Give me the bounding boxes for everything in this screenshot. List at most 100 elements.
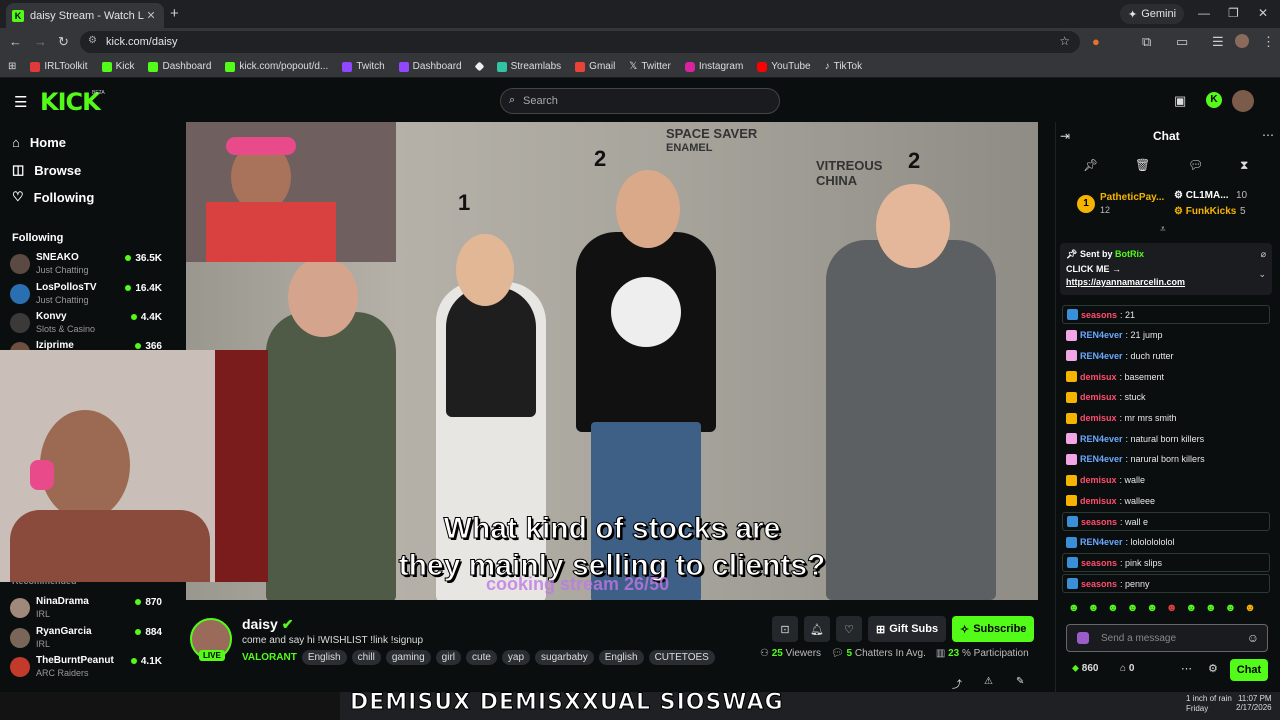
chat-input[interactable]: Send a message ☺ [1066,624,1268,652]
leader-name[interactable]: PatheticPay... [1100,192,1164,203]
tag[interactable]: CUTETOES [648,650,715,665]
pinned-message[interactable]: 📌︎ Sent by BotRix CLICK ME → https://aya… [1060,243,1272,295]
system-clock[interactable]: 11:07 PM 2/17/2026 [1236,694,1272,712]
tag[interactable]: girl [435,650,462,665]
chat-username[interactable]: seasons [1081,579,1117,589]
tag[interactable]: sugarbaby [535,650,594,665]
address-bar[interactable]: ⚙ kick.com/daisy ☆ [80,31,1080,53]
unpin-icon[interactable]: ⌀ [1261,249,1266,260]
bookmark-irltoolkit[interactable]: IRLToolkit [30,61,88,72]
chat-message[interactable]: demisux: stuck [1062,388,1270,407]
bookmark-diamond[interactable] [474,61,485,72]
sidebar-item-following[interactable]: ♡ Following [12,189,94,205]
pinned-link[interactable]: https://ayannamarcelin.com [1066,277,1266,287]
bookmark-kick-popout[interactable]: kick.com/popout/d... [225,61,328,72]
emote-icon[interactable]: ☻ [1244,602,1256,614]
chat-username[interactable]: seasons [1081,517,1117,527]
sidebar-channel[interactable]: TheBurntPeanut ARC Raiders 4.1K [10,653,162,681]
chat-username[interactable]: demisux [1080,392,1117,402]
bookmark-twitch[interactable]: Twitch [342,61,385,72]
bookmark-dashboard[interactable]: Dashboard [148,61,211,72]
dashboard-icon[interactable]: ▣ [1174,93,1186,109]
bookmark-youtube[interactable]: YouTube [757,61,811,72]
chat-message[interactable]: REN4ever: narural born killers [1062,450,1270,469]
bookmark-instagram[interactable]: Instagram [684,61,743,72]
edit-icon[interactable]: ✎ [1016,676,1024,687]
chat-settings-icon[interactable]: ⚙ [1208,662,1218,675]
chat-message[interactable]: seasons: 21 [1062,305,1270,324]
pin-icon[interactable]: 📌︎ [1083,158,1098,172]
user-avatar[interactable] [1232,90,1254,112]
chat-username[interactable]: REN4ever [1080,330,1123,340]
weather-widget[interactable]: 1 inch of rain Friday [1186,694,1232,714]
send-chat-button[interactable]: Chat [1230,659,1268,681]
chat-username[interactable]: demisux [1080,496,1117,506]
leader-entry[interactable]: ⚙ FunkKicks [1174,206,1236,217]
chat-message[interactable]: REN4ever: duch rutter [1062,346,1270,365]
tag[interactable]: gaming [385,650,431,665]
sidebar-channel[interactable]: LosPollosTV Just Chatting 16.4K [10,280,162,308]
emoji-icon[interactable]: ☺ [1247,631,1259,645]
site-info-icon[interactable]: ⚙ [88,35,97,46]
emote-icon[interactable]: ☻ [1225,602,1237,614]
chat-message[interactable]: seasons: pink slips [1062,553,1270,573]
tag[interactable]: English [598,650,644,665]
chat-username[interactable]: REN4ever [1080,454,1123,464]
share-icon[interactable]: ⤴ [952,676,962,691]
emote-icon[interactable]: ☻ [1088,602,1100,614]
category-link[interactable]: VALORANT [242,652,297,663]
store-count[interactable]: ⌂ 0 [1120,663,1134,674]
new-tab-button[interactable]: + [170,5,179,22]
tag[interactable]: yap [501,650,531,665]
emote-icon[interactable]: ☻ [1107,602,1119,614]
chat-message[interactable]: REN4ever: lolololololol [1062,533,1270,552]
bookmark-tiktok[interactable]: ♪ TikTok [825,61,863,72]
reload-icon[interactable]: ↻ [58,34,69,50]
search-input[interactable]: ⌕ Search [500,88,780,114]
expand-leaderboard-icon[interactable]: ⩡ [1160,224,1166,235]
tab-close-icon[interactable]: ✕ [144,9,158,22]
bookmark-streamlabs[interactable]: Streamlabs [496,61,561,72]
chat-username[interactable]: REN4ever [1080,537,1123,547]
chat-username[interactable]: demisux [1080,413,1117,423]
chat-message[interactable]: seasons: wall e [1062,512,1270,531]
sidepanel-icon[interactable]: ▭ [1176,34,1188,50]
chat-message[interactable]: demisux: walle [1062,471,1270,490]
bookmark-twitch-dashboard[interactable]: Dashboard [398,61,462,72]
bookmark-star-icon[interactable]: ☆ [1059,34,1070,48]
channel-points[interactable]: ⬥ 860 [1072,663,1098,674]
clip-button[interactable]: ⊡ [772,616,798,642]
back-icon[interactable]: ← [9,34,22,49]
gift-subs-button[interactable]: ⊞ Gift Subs [868,616,947,642]
extensions-puzzle-icon[interactable]: ⧉ [1142,34,1151,50]
chat-username[interactable]: seasons [1081,310,1117,320]
report-icon[interactable]: ⚠ [984,676,993,687]
trash-icon[interactable]: 🗑︎ [1135,158,1150,172]
kick-logo[interactable]: KICK [40,88,101,116]
hamburger-menu-icon[interactable]: ☰ [14,93,27,111]
emote-icon[interactable]: ☻ [1205,602,1217,614]
tag[interactable]: cute [466,650,497,665]
browser-tab[interactable]: K daisy Stream - Watch Live on K ✕ [6,3,164,28]
emote-icon[interactable]: ☻ [1185,602,1197,614]
apps-icon[interactable]: ⊞ [8,61,16,72]
chat-menu-icon[interactable]: ⋯ [1262,128,1274,142]
sidebar-item-home[interactable]: ⌂ Home [12,135,66,150]
emote-icon[interactable]: ☻ [1068,602,1080,614]
browser-menu-icon[interactable]: ⋮ [1262,34,1275,50]
sidebar-item-browse[interactable]: ◫ Browse [12,162,81,178]
chat-users-icon[interactable]: ⋯ [1181,662,1192,675]
subscribe-button[interactable]: ✧ Subscribe [952,616,1035,642]
streamer-name[interactable]: daisy ✔ [242,616,293,633]
chevron-down-icon[interactable]: ⌄ [1258,269,1266,280]
chat-username[interactable]: demisux [1080,475,1117,485]
follow-button[interactable]: ♡ [836,616,862,642]
tag[interactable]: chill [351,650,381,665]
close-window-icon[interactable]: ✕ [1258,6,1268,20]
chat-username[interactable]: REN4ever [1080,434,1123,444]
chat-bubble-icon[interactable]: 💬︎ [1188,158,1203,172]
gemini-button[interactable]: ✦ Gemini [1120,4,1185,24]
chat-message[interactable]: demisux: mr mrs smith [1062,409,1270,428]
minimize-icon[interactable]: — [1198,6,1210,20]
emote-icon[interactable]: ☻ [1127,602,1139,614]
